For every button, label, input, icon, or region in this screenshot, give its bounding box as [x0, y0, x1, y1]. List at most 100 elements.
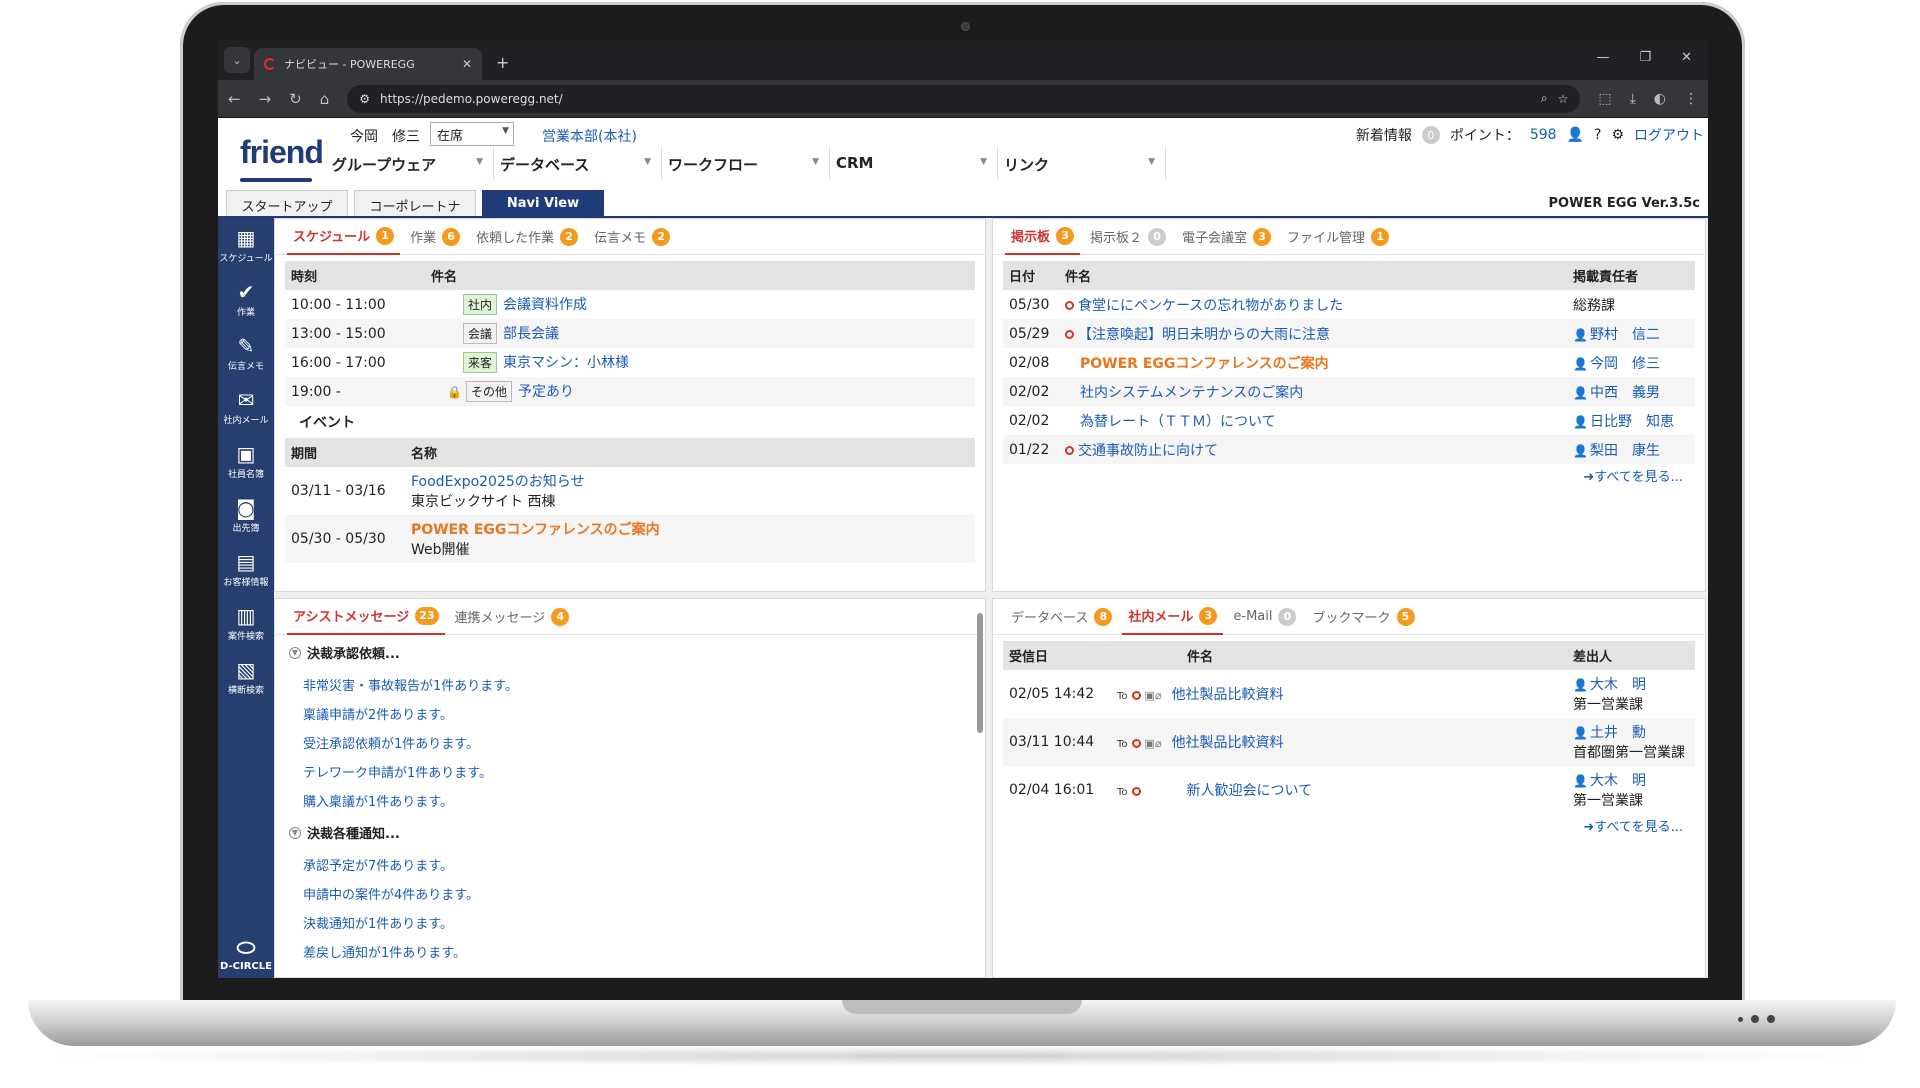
tab-assist-message[interactable]: アシストメッセージ 23 — [287, 599, 445, 635]
nav-cross-search[interactable]: ▧ 横断検索 — [218, 650, 274, 704]
nav-memo[interactable]: ✎ 伝言メモ — [218, 326, 274, 380]
home-icon[interactable]: ⌂ — [320, 90, 330, 108]
user-name: 今岡 修三 — [350, 129, 420, 145]
sender-link[interactable]: 土井 勳 — [1590, 725, 1646, 741]
restore-icon[interactable]: ❐ — [1639, 50, 1651, 65]
mail-link[interactable]: 他社製品比較資料 — [1172, 735, 1284, 751]
tab-internal-mail[interactable]: 社内メール 3 — [1122, 599, 1224, 635]
bulletin-link[interactable]: 【注意喚起】明日未明からの大雨に注意 — [1078, 327, 1330, 343]
sender-link[interactable]: 大木 明 — [1590, 773, 1646, 789]
tab-email[interactable]: e-Mail 0 — [1227, 599, 1302, 635]
nav-schedule[interactable]: ▦ スケジュール — [218, 218, 274, 272]
bookmark-star-icon[interactable]: ☆ — [1558, 92, 1569, 106]
tab-bookmark[interactable]: ブックマーク 5 — [1306, 599, 1420, 635]
nav-directory[interactable]: ▣ 社員名簿 — [218, 434, 274, 488]
new-info-label[interactable]: 新着情報 — [1356, 125, 1412, 145]
event-link[interactable]: POWER EGGコンファレンスのご案内 — [411, 519, 969, 539]
mail-link[interactable]: 他社製品比較資料 — [1172, 687, 1284, 703]
bulletin-link[interactable]: 交通事故防止に向けて — [1078, 443, 1218, 459]
col-title: 件名 — [1059, 261, 1567, 290]
assist-message-link[interactable]: 承認予定が7件あります。 — [275, 850, 985, 879]
assist-message-link[interactable]: 非常災害・事故報告が1件あります。 — [275, 670, 985, 699]
status-select[interactable]: 在席 — [430, 122, 514, 146]
event-link[interactable]: FoodExpo2025のお知らせ — [411, 471, 969, 491]
sender-link[interactable]: 大木 明 — [1590, 677, 1646, 693]
zoom-icon[interactable]: ⌕ — [1541, 91, 1548, 106]
close-tab-icon[interactable]: ✕ — [462, 57, 472, 71]
assist-message-link[interactable]: 差戻し通知が1件あります。 — [275, 937, 985, 966]
see-all-link[interactable]: ➜すべてを見る... — [1003, 814, 1695, 837]
group-approval-notices[interactable]: ▼ 決裁各種通知... — [275, 815, 985, 850]
department-link[interactable]: 営業本部(本社) — [542, 126, 637, 146]
back-icon[interactable]: ← — [228, 90, 241, 108]
tab-file-manager[interactable]: ファイル管理 1 — [1281, 219, 1395, 255]
profile-icon[interactable]: ◐ — [1654, 91, 1666, 107]
minimize-icon[interactable]: — — [1596, 50, 1609, 65]
assist-message-link[interactable]: 稟議申請が2件あります。 — [275, 699, 985, 728]
owner-link[interactable]: 梨田 康生 — [1590, 443, 1660, 459]
tab-search-icon[interactable]: ⌄ — [224, 47, 250, 73]
tab-startup-navi[interactable]: スタートアップナビ — [226, 190, 348, 234]
tab-navi-view[interactable]: Navi View — [482, 190, 604, 218]
schedule-link[interactable]: 会議資料作成 — [503, 297, 587, 313]
nav-task[interactable]: ✔ 作業 — [218, 272, 274, 326]
nav-mail[interactable]: ✉ 社内メール — [218, 380, 274, 434]
tab-linked-message[interactable]: 連携メッセージ 4 — [449, 599, 576, 635]
tab-bulletin2[interactable]: 掲示板２ 0 — [1084, 219, 1172, 255]
assist-message-link[interactable]: 申請中の案件が4件あります。 — [275, 879, 985, 908]
nav-whereabouts[interactable]: ◙ 出先簿 — [218, 488, 274, 542]
help-icon[interactable]: ? — [1594, 127, 1601, 143]
gear-icon[interactable]: ⚙ — [1611, 127, 1624, 143]
bulletin-link[interactable]: 社内システムメンテナンスのご案内 — [1080, 385, 1303, 401]
tab-database[interactable]: データベース 8 — [1005, 599, 1118, 635]
menu-crm[interactable]: CRM — [830, 146, 998, 180]
see-all-link[interactable]: ➜すべてを見る... — [1003, 464, 1695, 487]
site-info-icon[interactable]: ⚙ — [359, 92, 370, 106]
assist-message-link[interactable]: 受注承認依頼が1件あります。 — [275, 728, 985, 757]
reload-icon[interactable]: ↻ — [289, 90, 302, 108]
tab-corporate-navi[interactable]: コーポレートナビ — [354, 190, 476, 234]
friend-logo[interactable]: friend — [240, 134, 324, 171]
nav-case-search[interactable]: ▥ 案件検索 — [218, 596, 274, 650]
d-circle-logo[interactable]: ⬭ D-CIRCLE — [218, 936, 274, 972]
group-approval-requests[interactable]: ▼ 決裁承認依頼... — [275, 635, 985, 670]
menu-link[interactable]: リンク — [998, 146, 1166, 180]
tab-requested-task[interactable]: 依頼した作業 2 — [470, 219, 584, 255]
forward-icon[interactable]: → — [259, 90, 272, 108]
address-bar[interactable]: ⚙ https://pedemo.poweregg.net/ ⌕ ☆ — [347, 84, 1581, 113]
owner-link[interactable]: 野村 信二 — [1590, 327, 1660, 343]
tab-bulletin[interactable]: 掲示板 3 — [1005, 219, 1081, 255]
mail-link[interactable]: 新人歓迎会について — [1187, 783, 1313, 799]
browser-tab[interactable]: ナビビュー - POWEREGG ✕ — [254, 48, 482, 80]
logout-link[interactable]: ログアウト — [1634, 125, 1704, 145]
nav-customer[interactable]: ▤ お客様情報 — [218, 542, 274, 596]
to-label: To — [1117, 691, 1128, 702]
owner-link[interactable]: 中西 義男 — [1590, 385, 1660, 401]
bulletin-link[interactable]: 為替レート（ＴＴＭ）について — [1080, 414, 1276, 430]
download-icon[interactable]: ⤓ — [1630, 91, 1636, 107]
schedule-link[interactable]: 予定あり — [518, 384, 574, 400]
owner-link[interactable]: 今岡 修三 — [1590, 356, 1660, 372]
menu-groupware[interactable]: グループウェア — [326, 146, 494, 180]
assist-message-link[interactable]: 購入稟議が1件あります。 — [275, 786, 985, 815]
schedule-link[interactable]: 東京マシン：小林様 — [503, 355, 629, 371]
menu-workflow[interactable]: ワークフロー — [662, 146, 830, 180]
tab-e-meeting[interactable]: 電子会議室 3 — [1176, 219, 1277, 255]
assist-message-link[interactable]: テレワーク申請が1件あります。 — [275, 757, 985, 786]
menu-database[interactable]: データベース — [494, 146, 662, 180]
close-window-icon[interactable]: ✕ — [1681, 50, 1692, 65]
schedule-link[interactable]: 部長会議 — [503, 326, 559, 342]
browser-menu-icon[interactable]: ⋮ — [1684, 91, 1698, 107]
owner-link[interactable]: 日比野 知恵 — [1590, 414, 1674, 430]
tab-task[interactable]: 作業 6 — [404, 219, 466, 255]
extensions-icon[interactable]: ⬚ — [1598, 91, 1611, 107]
scrollbar[interactable] — [977, 613, 983, 733]
bulletin-link[interactable]: POWER EGGコンファレンスのご案内 — [1080, 356, 1329, 372]
tab-schedule[interactable]: スケジュール 1 — [287, 219, 401, 255]
points-value[interactable]: 598 — [1530, 127, 1557, 143]
bulletin-link[interactable]: 食堂ににペンケースの忘れ物がありました — [1078, 298, 1343, 314]
assist-message-link[interactable]: 決裁通知が1件あります。 — [275, 908, 985, 937]
new-tab-icon[interactable]: + — [496, 53, 509, 72]
tab-memo[interactable]: 伝言メモ 2 — [588, 219, 676, 255]
user-settings-icon[interactable]: 👤 — [1567, 127, 1584, 143]
